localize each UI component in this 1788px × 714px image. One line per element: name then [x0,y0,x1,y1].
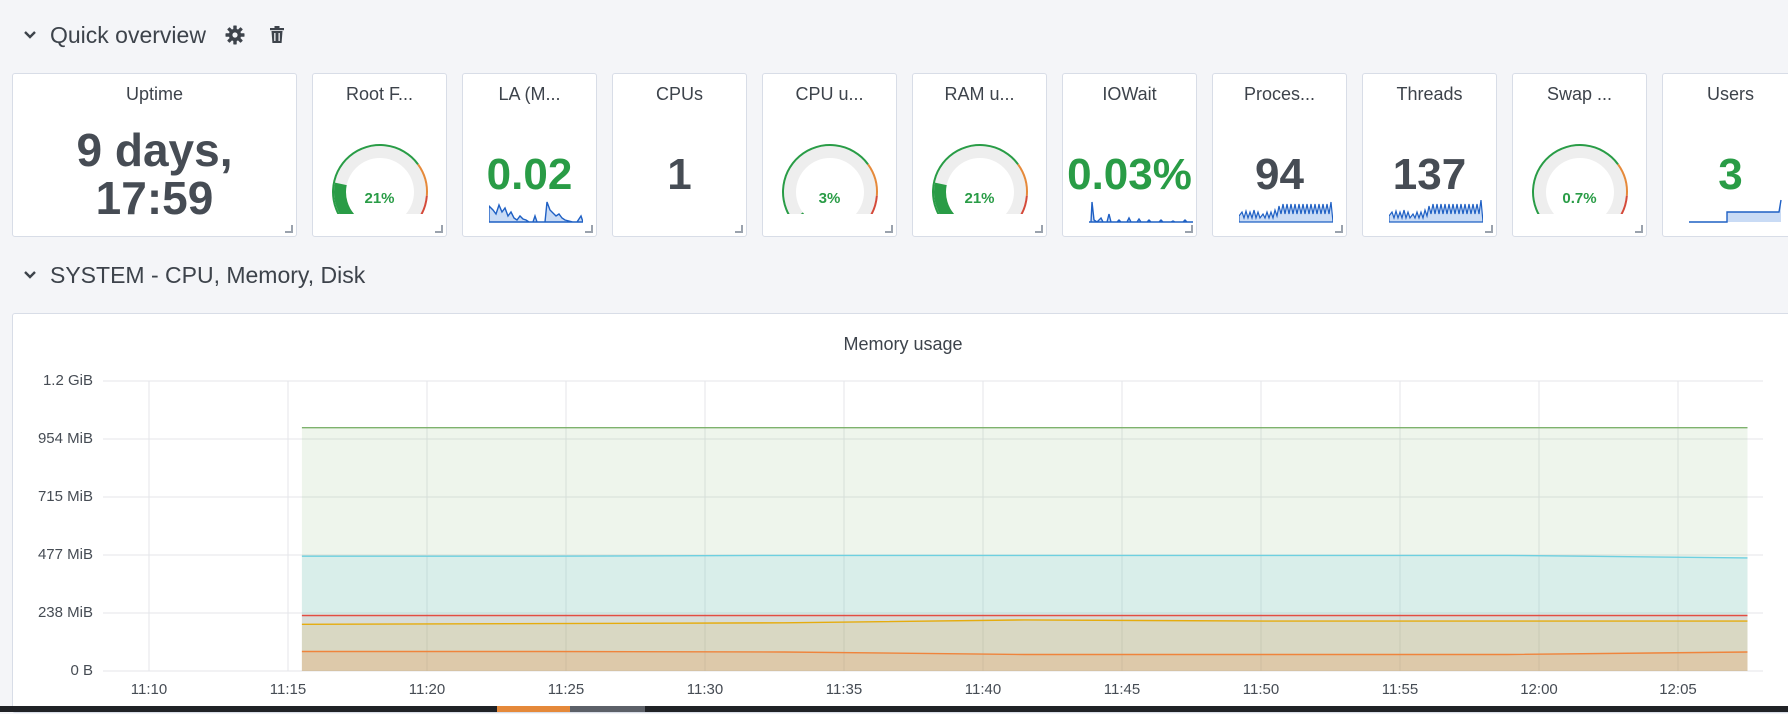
x-tick-label: 11:50 [1242,681,1280,698]
bottom-bar-active-segment [497,706,570,712]
panel-title[interactable]: Uptime [13,84,296,105]
bottom-bar [0,706,1788,712]
resize-handle[interactable] [1635,225,1643,233]
row-title[interactable]: Quick overview [50,22,206,49]
panel-title[interactable]: CPUs [613,84,746,105]
x-tick-label: 11:10 [130,681,168,698]
panel-title[interactable]: RAM u... [913,84,1046,105]
row-header-system[interactable]: SYSTEM - CPU, Memory, Disk [20,260,365,290]
panel-load-average[interactable]: LA (M... 0.02 [462,73,597,237]
x-tick-label: 11:20 [408,681,446,698]
gauge-value: 0.7% [1562,190,1597,207]
resize-handle[interactable] [885,225,893,233]
resize-handle[interactable] [435,225,443,233]
panel-root-fs[interactable]: Root F... 21% [312,73,447,237]
resize-handle[interactable] [1485,225,1493,233]
panel-title[interactable]: Proces... [1213,84,1346,105]
panel-swap-usage[interactable]: Swap ... 0.7% [1512,73,1647,237]
sparkline [1089,201,1193,223]
y-tick-label: 715 MiB [37,488,93,505]
trash-icon[interactable] [264,22,290,48]
stat-value: 0.03% [1067,150,1192,199]
panel-ram-usage[interactable]: RAM u... 21% [912,73,1047,237]
panel-title[interactable]: Root F... [313,84,446,105]
x-tick-label: 11:25 [547,681,585,698]
panel-memory-usage[interactable]: Memory usage 0 B 238 MiB 477 MiB 715 MiB 954… [12,313,1788,713]
x-tick-label: 11:15 [269,681,307,698]
chevron-down-icon[interactable] [20,25,40,45]
resize-handle[interactable] [285,225,293,233]
sparkline [1689,199,1782,223]
gear-icon[interactable] [222,22,248,48]
x-tick-label: 12:05 [1659,681,1697,698]
panel-threads[interactable]: Threads 137 [1362,73,1497,237]
memory-usage-chart[interactable] [13,314,1788,714]
panel-title[interactable]: Swap ... [1513,84,1646,105]
resize-handle[interactable] [585,225,593,233]
resize-handle[interactable] [735,225,743,233]
x-tick-label: 12:00 [1520,681,1558,698]
resize-handle[interactable] [1185,225,1193,233]
stat-value: 9 days, 17:59 [76,124,233,224]
panel-iowait[interactable]: IOWait 0.03% [1062,73,1197,237]
panel-title[interactable]: CPU u... [763,84,896,105]
sparkline [489,201,583,223]
panel-uptime[interactable]: Uptime 9 days, 17:59 [12,73,297,237]
row-title[interactable]: SYSTEM - CPU, Memory, Disk [50,262,365,289]
stat-value: 94 [1255,150,1304,199]
panel-title[interactable]: LA (M... [463,84,596,105]
panel-title[interactable]: Users [1663,84,1788,105]
stat-value: 1 [667,150,692,199]
x-tick-label: 11:30 [686,681,724,698]
chevron-down-icon[interactable] [20,265,40,285]
x-tick-label: 11:40 [964,681,1002,698]
sparkline [1389,200,1483,223]
y-tick-label: 1.2 GiB [42,372,93,389]
x-tick-label: 11:35 [825,681,863,698]
gauge-value: 3% [818,190,841,207]
y-tick-label: 954 MiB [37,430,93,447]
gauge-value: 21% [964,190,995,207]
stat-value: 0.02 [486,150,573,199]
stat-value: 137 [1392,150,1467,199]
bottom-bar-segment [570,706,645,712]
x-tick-label: 11:55 [1381,681,1419,698]
panel-users[interactable]: Users 3 [1662,73,1788,237]
y-tick-label: 477 MiB [37,546,93,563]
panel-title[interactable]: Threads [1363,84,1496,105]
y-tick-label: 238 MiB [37,604,93,621]
resize-handle[interactable] [1035,225,1043,233]
panel-title[interactable]: IOWait [1063,84,1196,105]
resize-handle[interactable] [1335,225,1343,233]
y-tick-label: 0 B [70,662,93,679]
panel-cpu-usage[interactable]: CPU u... 3% [762,73,897,237]
panel-processes[interactable]: Proces... 94 [1212,73,1347,237]
panel-cpus[interactable]: CPUs 1 [612,73,747,237]
gauge-value: 21% [364,190,395,207]
row-header-quick-overview[interactable]: Quick overview [20,20,290,50]
sparkline [1239,201,1333,223]
x-tick-label: 11:45 [1103,681,1141,698]
stat-value: 3 [1718,150,1743,199]
